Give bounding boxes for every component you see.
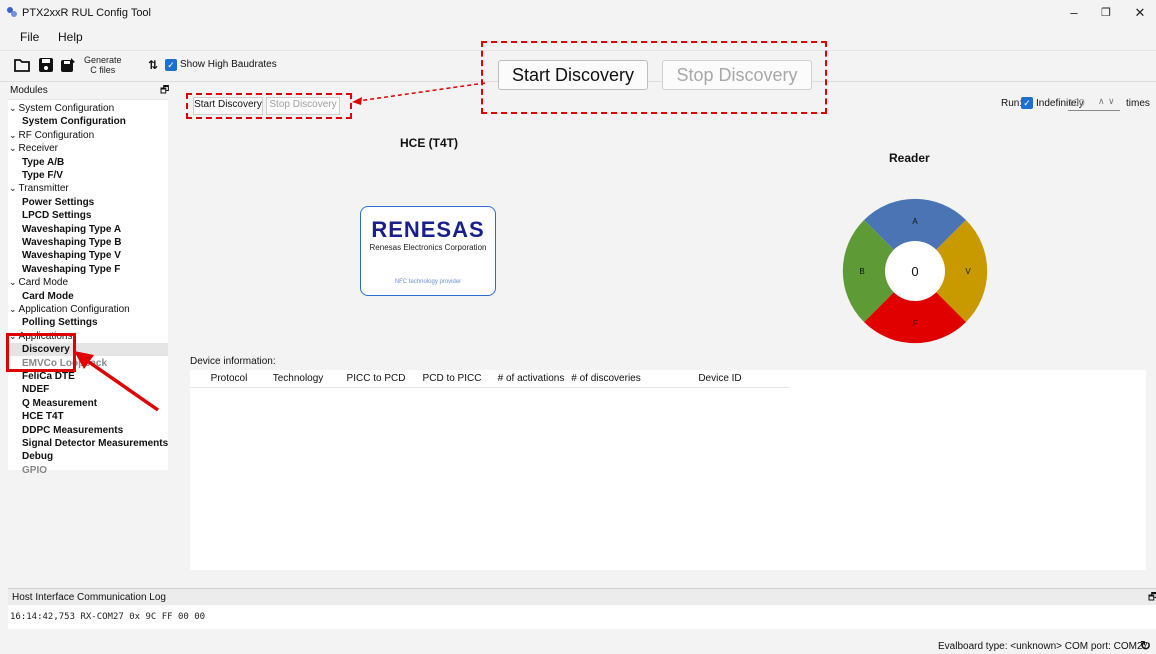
stop-discovery-button-small: Stop Discovery xyxy=(266,97,340,115)
col-activations[interactable]: # of activations xyxy=(492,373,570,384)
show-high-baudrates-label: Show High Baudrates xyxy=(180,59,277,70)
stop-discovery-button-zoom: Stop Discovery xyxy=(662,60,812,90)
start-discovery-button-zoom[interactable]: Start Discovery xyxy=(498,60,648,90)
chevron-down-icon[interactable]: ⌄ xyxy=(9,277,17,287)
log-line: 16:14:42,753 RX-COM27 0x 9C FF 00 00 xyxy=(10,612,206,622)
tree-item[interactable]: LPCD Settings xyxy=(8,209,168,222)
tree-item[interactable]: Polling Settings xyxy=(8,316,168,329)
quadrant-b-label: B xyxy=(859,267,864,276)
app-icon xyxy=(7,7,17,17)
quadrant-f-label: F xyxy=(913,319,918,328)
tree-item[interactable]: GPIO xyxy=(8,464,168,477)
start-discovery-button-small[interactable]: Start Discovery xyxy=(193,97,263,115)
tree-item[interactable]: Debug xyxy=(8,450,168,463)
window-title: PTX2xxR RUL Config Tool xyxy=(22,7,151,19)
tree-item[interactable]: DDPC Measurements xyxy=(8,424,168,437)
tree-item[interactable]: Type F/V xyxy=(8,169,168,182)
tree-item[interactable]: Waveshaping Type F xyxy=(8,263,168,276)
close-button[interactable]: ✕ xyxy=(1124,0,1156,26)
swap-icon[interactable]: ⇅ xyxy=(148,58,158,72)
chevron-down-icon[interactable]: ⌄ xyxy=(9,130,17,140)
tree-item[interactable]: Waveshaping Type B xyxy=(8,236,168,249)
reader-count: 0 xyxy=(911,264,918,279)
col-discoveries[interactable]: # of discoveries xyxy=(568,373,644,384)
tree-item[interactable]: System Configuration xyxy=(8,115,168,128)
open-folder-icon[interactable] xyxy=(14,57,30,73)
show-high-baudrates-checkbox[interactable]: ✓ xyxy=(165,59,177,71)
tree-item[interactable]: ⌄ System Configuration xyxy=(8,102,168,115)
menu-help[interactable]: Help xyxy=(58,30,83,44)
indefinitely-checkbox[interactable]: ✓ xyxy=(1021,97,1033,109)
reader-title: Reader xyxy=(889,151,930,165)
modules-header: Modules 🗗 xyxy=(8,82,169,100)
minimize-button[interactable]: – xyxy=(1058,0,1090,26)
col-picc-to-pcd[interactable]: PICC to PCD xyxy=(340,373,412,384)
run-label: Run: xyxy=(1001,98,1023,109)
tree-item[interactable]: ⌄ Application Configuration xyxy=(8,303,168,316)
save-icon[interactable] xyxy=(38,57,54,73)
menu-file[interactable]: File xyxy=(20,30,39,44)
callout-arrow-applications xyxy=(74,351,159,412)
generate-c-files-button[interactable]: Generate C files xyxy=(84,55,122,75)
chevron-down-icon[interactable]: ⌄ xyxy=(9,183,17,193)
tree-item[interactable]: Card Mode xyxy=(8,290,168,303)
tree-item[interactable]: ⌄ Transmitter xyxy=(8,182,168,195)
col-device-id[interactable]: Device ID xyxy=(650,373,790,384)
save-as-icon[interactable] xyxy=(60,57,76,73)
hce-title: HCE (T4T) xyxy=(400,136,458,150)
log-header: Host Interface Communication Log 🗗 xyxy=(8,588,1156,605)
col-pcd-to-picc[interactable]: PCD to PICC xyxy=(416,373,488,384)
col-technology[interactable]: Technology xyxy=(262,373,334,384)
chevron-down-icon[interactable]: ⌄ xyxy=(9,103,17,113)
device-info-label: Device information: xyxy=(190,356,276,367)
reader-wheel: A B V F 0 xyxy=(842,198,988,344)
tree-item[interactable]: Signal Detector Measurements xyxy=(8,437,168,450)
quadrant-a-label: A xyxy=(912,217,918,226)
device-table: Protocol Technology PICC to PCD PCD to P… xyxy=(190,370,1146,570)
tree-item[interactable]: ⌄ RF Configuration xyxy=(8,129,168,142)
title-bar: PTX2xxR RUL Config Tool – ❐ ✕ xyxy=(0,0,1156,26)
status-text: Evalboard type: <unknown> COM port: COM2… xyxy=(938,641,1149,652)
times-label: times xyxy=(1126,98,1150,109)
table-header-divider xyxy=(190,387,790,388)
quadrant-v-label: V xyxy=(965,267,971,276)
tree-item[interactable]: ⌄ Card Mode xyxy=(8,276,168,289)
callout-arrow xyxy=(352,82,486,105)
tree-item[interactable]: Waveshaping Type V xyxy=(8,249,168,262)
tree-item[interactable]: Type A/B xyxy=(8,156,168,169)
chevron-down-icon[interactable]: ⌄ xyxy=(9,143,17,153)
spin-up-icon[interactable]: ∧ xyxy=(1098,96,1105,107)
spin-down-icon[interactable]: ∨ xyxy=(1108,96,1115,107)
col-protocol[interactable]: Protocol xyxy=(200,373,258,384)
times-spinbox[interactable]: 100 ∧ ∨ xyxy=(1068,95,1120,111)
float-panel-icon[interactable]: 🗗 xyxy=(160,83,169,100)
tree-item[interactable]: Power Settings xyxy=(8,196,168,209)
chevron-down-icon[interactable]: ⌄ xyxy=(9,304,17,314)
renesas-logo: RENESAS Renesas Electronics Corporation … xyxy=(360,206,496,296)
restore-button[interactable]: ❐ xyxy=(1090,0,1122,26)
refresh-icon[interactable]: ↻ xyxy=(1140,638,1151,654)
tree-item[interactable]: Waveshaping Type A xyxy=(8,223,168,236)
tree-item[interactable]: ⌄ Receiver xyxy=(8,142,168,155)
